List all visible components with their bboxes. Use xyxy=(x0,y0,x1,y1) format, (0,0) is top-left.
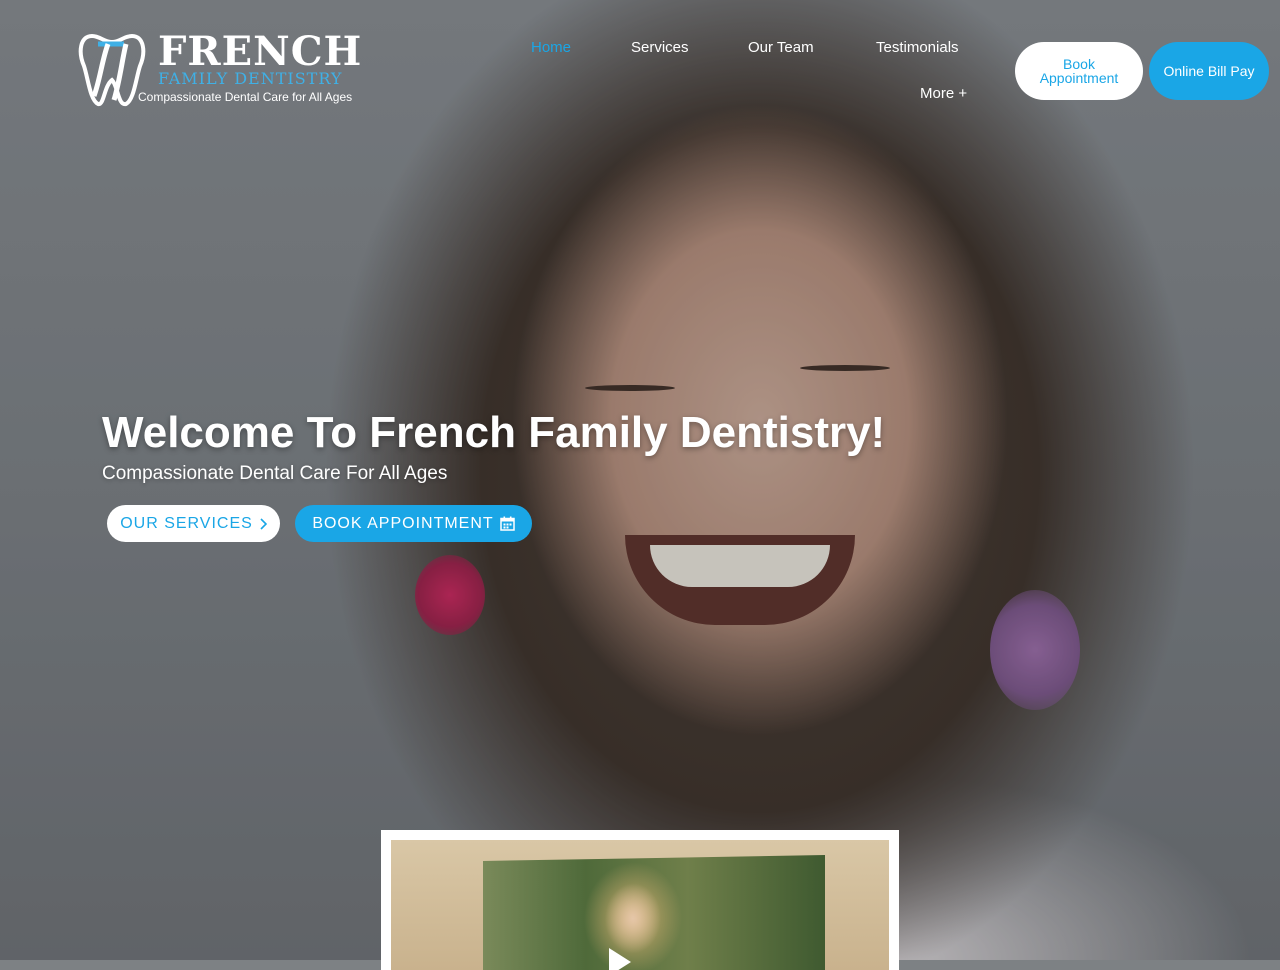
book-appointment-label: BOOK APPOINTMENT xyxy=(312,514,494,532)
book-appointment-button[interactable]: Book Appointment xyxy=(1015,42,1143,100)
logo-title: FRENCH xyxy=(158,28,363,75)
nav-home[interactable]: Home xyxy=(531,39,571,56)
video-thumbnail[interactable] xyxy=(391,840,889,970)
chevron-right-icon xyxy=(260,517,267,530)
nav-testimonials[interactable]: Testimonials xyxy=(876,39,959,56)
nav-services[interactable]: Services xyxy=(631,39,689,56)
logo-subtitle: FAMILY DENTISTRY xyxy=(158,69,343,88)
nav-more[interactable]: More + xyxy=(920,85,967,102)
book-appointment-hero-button[interactable]: BOOK APPOINTMENT xyxy=(295,505,532,542)
hero-title: Welcome To French Family Dentistry! xyxy=(102,408,886,457)
our-services-label: OUR SERVICES xyxy=(120,514,253,532)
hero-subtitle: Compassionate Dental Care For All Ages xyxy=(102,463,448,484)
our-services-button[interactable]: OUR SERVICES xyxy=(107,505,280,542)
video-thumbnail-image xyxy=(483,855,825,970)
online-bill-pay-button[interactable]: Online Bill Pay xyxy=(1149,42,1269,100)
site-logo[interactable]: FRENCH FAMILY DENTISTRY Compassionate De… xyxy=(78,30,368,110)
play-icon[interactable] xyxy=(609,948,631,970)
video-player[interactable] xyxy=(381,830,899,970)
logo-tagline: Compassionate Dental Care for All Ages xyxy=(138,90,353,104)
nav-our-team[interactable]: Our Team xyxy=(748,39,814,56)
calendar-icon xyxy=(499,516,515,531)
